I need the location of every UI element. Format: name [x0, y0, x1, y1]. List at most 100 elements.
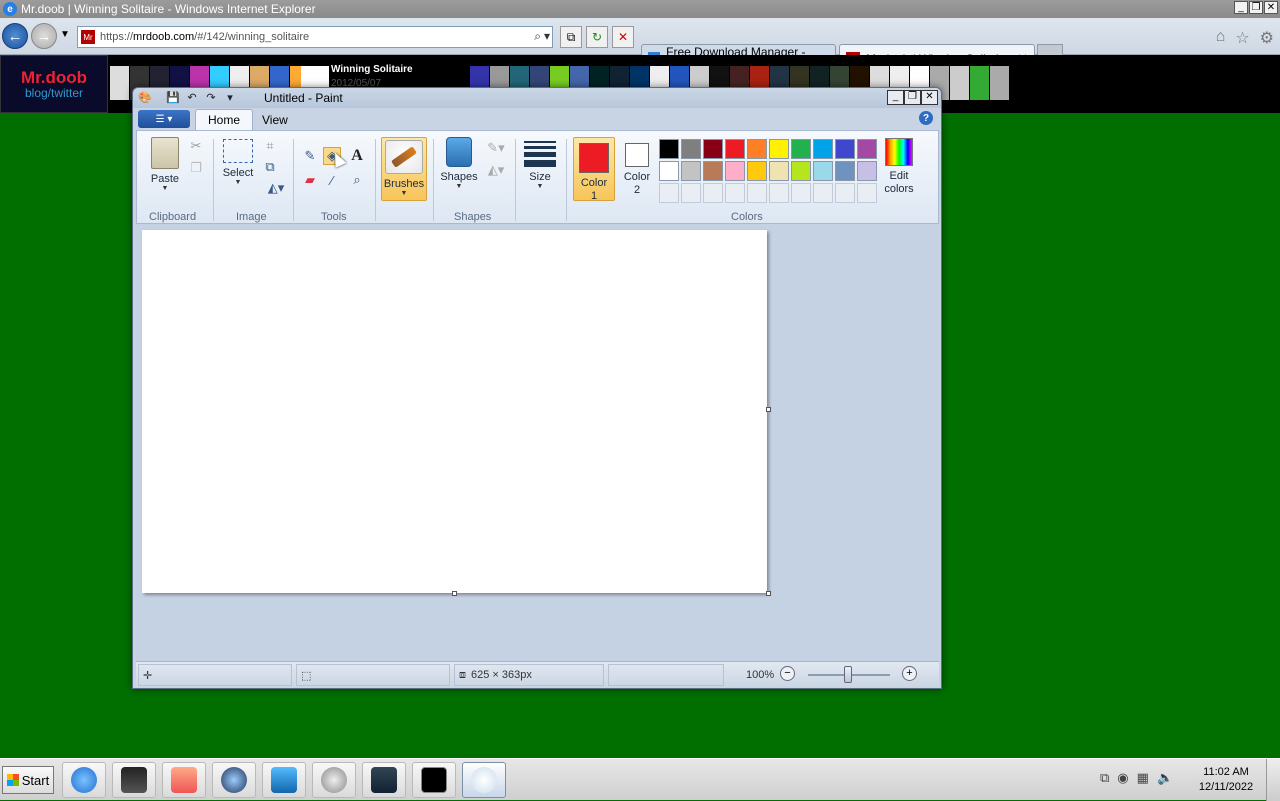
copy-icon[interactable]: ❐	[187, 159, 205, 177]
address-bar[interactable]: Mr https://mrdoob.com/#/142/winning_soli…	[77, 26, 553, 48]
palette-swatch[interactable]	[747, 161, 767, 181]
color-picker-icon[interactable]: ⁄	[323, 171, 341, 189]
paint-icon[interactable]	[462, 762, 506, 798]
palette-swatch[interactable]	[659, 139, 679, 159]
help-icon[interactable]: ?	[919, 111, 933, 125]
crop-icon[interactable]: ⌗	[261, 137, 279, 155]
cut-icon[interactable]: ✂	[187, 137, 205, 155]
tab-home[interactable]: Home	[195, 109, 254, 130]
palette-swatch[interactable]	[791, 139, 811, 159]
palette-swatch[interactable]	[857, 161, 877, 181]
media-player-icon[interactable]	[162, 762, 206, 798]
paint-minimize-button[interactable]: _	[887, 90, 904, 105]
drawing-canvas[interactable]	[142, 230, 767, 593]
brushes-button[interactable]: Brushes ▼	[381, 137, 427, 201]
palette-swatch[interactable]	[725, 139, 745, 159]
palette-swatch[interactable]	[813, 139, 833, 159]
palette-swatch[interactable]	[835, 139, 855, 159]
remote-icon[interactable]: ⧉	[1100, 770, 1109, 786]
network-tray-icon[interactable]: ▦	[1137, 770, 1149, 786]
shape-fill-icon[interactable]: ◭▾	[483, 161, 509, 179]
palette-empty-swatch[interactable]	[659, 183, 679, 203]
palette-swatch[interactable]	[747, 139, 767, 159]
history-dropdown-icon[interactable]: ▼	[60, 29, 70, 40]
palette-swatch[interactable]	[835, 161, 855, 181]
palette-swatch[interactable]	[703, 161, 723, 181]
undo-icon[interactable]: ↶	[184, 90, 200, 105]
palette-empty-swatch[interactable]	[725, 183, 745, 203]
palette-empty-swatch[interactable]	[791, 183, 811, 203]
pencil-icon[interactable]: ✎	[301, 147, 319, 165]
palette-empty-swatch[interactable]	[769, 183, 789, 203]
palette-empty-swatch[interactable]	[813, 183, 833, 203]
save-icon[interactable]: 💾	[165, 90, 181, 105]
favorites-star-icon[interactable]: ☆	[1235, 28, 1249, 48]
size-button[interactable]: Size ▼	[521, 141, 559, 191]
zoom-slider-thumb[interactable]	[844, 666, 852, 683]
palette-empty-swatch[interactable]	[835, 183, 855, 203]
volume-icon[interactable]: 🔈	[1157, 770, 1173, 786]
address-dropdown-icon[interactable]: ▾	[544, 29, 550, 44]
select-button[interactable]: Select ▼	[220, 139, 256, 187]
refresh-button[interactable]: ↻	[586, 26, 608, 48]
eraser-icon[interactable]: ▰	[301, 171, 319, 189]
palette-empty-swatch[interactable]	[857, 183, 877, 203]
start-button[interactable]: Start	[2, 766, 54, 794]
palette-swatch[interactable]	[681, 139, 701, 159]
palette-swatch[interactable]	[725, 161, 745, 181]
palette-empty-swatch[interactable]	[681, 183, 701, 203]
magnifier-icon[interactable]: ⌕	[348, 171, 366, 189]
paint-menu-button[interactable]: ☰ ▾	[138, 110, 190, 128]
paint-maximize-button[interactable]: ❐	[904, 90, 921, 105]
tools-gear-icon[interactable]: ⚙	[1260, 28, 1274, 48]
media-center-icon[interactable]	[112, 762, 156, 798]
compatibility-view-button[interactable]: ⧉	[560, 26, 582, 48]
resize-handle-corner[interactable]	[766, 591, 771, 596]
ie-icon[interactable]	[62, 762, 106, 798]
dvd-icon[interactable]	[312, 762, 356, 798]
paint-app-icon[interactable]: 🎨	[137, 90, 153, 105]
color2-button[interactable]: Color 2	[617, 139, 657, 197]
site-logo[interactable]: Mr.doob blog/twitter	[0, 55, 108, 113]
network-icon[interactable]	[212, 762, 256, 798]
palette-empty-swatch[interactable]	[747, 183, 767, 203]
forward-button[interactable]: →	[31, 23, 57, 49]
palette-swatch[interactable]	[813, 161, 833, 181]
palette-swatch[interactable]	[703, 139, 723, 159]
stop-button[interactable]: ✕	[612, 26, 634, 48]
palette-swatch[interactable]	[857, 139, 877, 159]
resize-handle-bottom[interactable]	[452, 591, 457, 596]
shapes-button[interactable]: Shapes ▼	[437, 137, 481, 191]
clock[interactable]: 11:02 AM 12/11/2022	[1196, 765, 1256, 795]
show-desktop-button[interactable]	[1266, 759, 1280, 801]
remote-desktop-icon[interactable]	[262, 762, 306, 798]
game-icon[interactable]	[362, 762, 406, 798]
cmd-icon[interactable]	[412, 762, 456, 798]
resize-handle-right[interactable]	[766, 407, 771, 412]
back-button[interactable]: ←	[2, 23, 28, 49]
resize-icon[interactable]: ⧉	[261, 158, 279, 176]
ie-close-button[interactable]: ✕	[1264, 1, 1278, 14]
rotate-icon[interactable]: ◭▾	[263, 179, 289, 197]
color1-button[interactable]: Color 1	[573, 137, 615, 202]
customize-qat-icon[interactable]: ▾	[222, 90, 238, 105]
home-icon[interactable]: ⌂	[1216, 28, 1226, 48]
palette-swatch[interactable]	[791, 161, 811, 181]
palette-swatch[interactable]	[769, 161, 789, 181]
outline-icon[interactable]: ✎▾	[483, 139, 509, 157]
palette-swatch[interactable]	[681, 161, 701, 181]
zoom-in-button[interactable]: +	[902, 666, 917, 681]
paste-button[interactable]: Paste ▼	[145, 137, 185, 193]
zoom-out-button[interactable]: −	[780, 666, 795, 681]
ie-restore-button[interactable]: ❐	[1249, 1, 1263, 14]
security-icon[interactable]: ◉	[1117, 770, 1128, 786]
tab-view[interactable]: View	[250, 109, 300, 130]
paint-close-button[interactable]: ✕	[921, 90, 938, 105]
ie-minimize-button[interactable]: _	[1234, 1, 1248, 14]
search-icon[interactable]: ⌕	[534, 29, 541, 44]
palette-swatch[interactable]	[769, 139, 789, 159]
redo-icon[interactable]: ↷	[203, 90, 219, 105]
palette-swatch[interactable]	[659, 161, 679, 181]
edit-colors-button[interactable]: Edit colors	[879, 135, 919, 196]
palette-empty-swatch[interactable]	[703, 183, 723, 203]
